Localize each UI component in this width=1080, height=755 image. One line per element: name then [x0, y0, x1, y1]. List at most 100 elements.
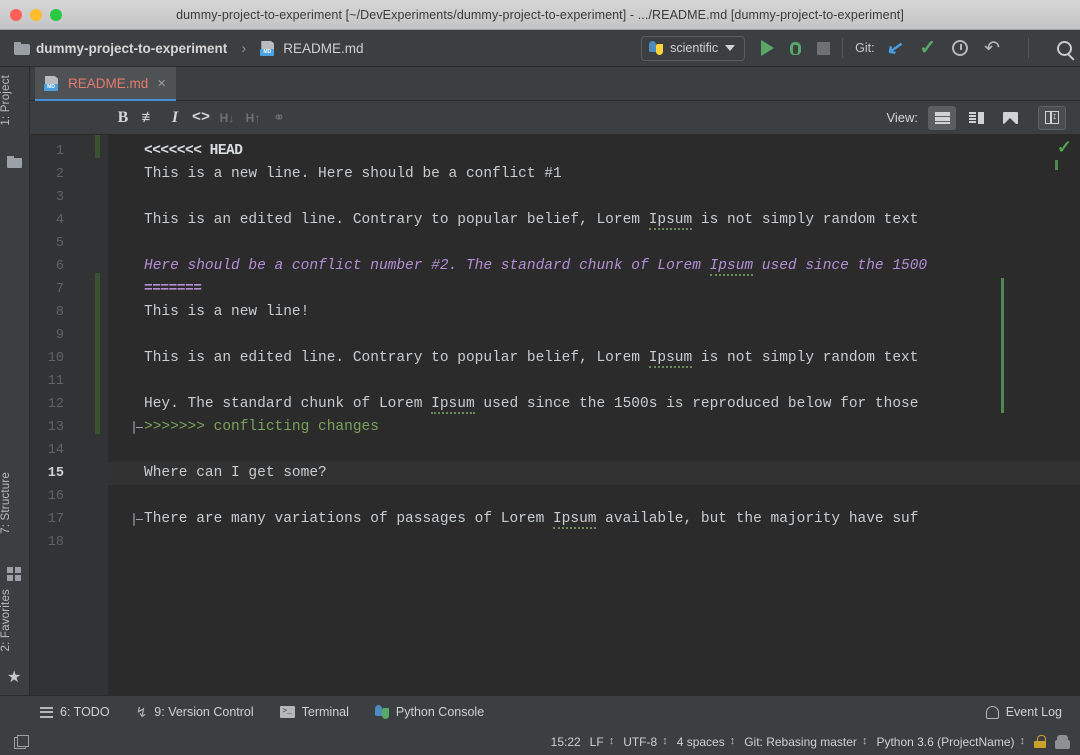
run-icon[interactable] [761, 40, 775, 56]
code-line[interactable] [108, 485, 1080, 508]
line-number[interactable]: 9 [30, 324, 64, 347]
bold-button[interactable]: B [110, 105, 136, 131]
code-line[interactable] [108, 531, 1080, 554]
vcs-update-icon[interactable]: ↙ [885, 36, 905, 61]
debug-icon[interactable] [788, 41, 803, 56]
breadcrumb[interactable]: dummy-project-to-experiment › MD README.… [14, 40, 364, 57]
tool-window-terminal[interactable]: >_ Terminal [279, 705, 349, 719]
code-line[interactable]: ======= [108, 278, 1080, 301]
view-editor-only-button[interactable] [928, 105, 956, 130]
close-icon[interactable]: × [157, 76, 166, 91]
sidebar-item-structure[interactable]: 7: Structure [0, 472, 30, 534]
image-icon [1002, 111, 1018, 124]
detach-window-icon[interactable] [14, 735, 29, 749]
line-number[interactable]: 16 [30, 485, 64, 508]
italic-button[interactable]: I [162, 105, 188, 131]
indent-setting[interactable]: 4 spaces ↕ [677, 735, 736, 749]
link-button[interactable]: ⚭ [266, 105, 292, 131]
line-number[interactable]: 18 [30, 531, 64, 554]
heading-up-button[interactable]: H↑ [240, 105, 266, 131]
file-encoding-label: UTF-8 [623, 734, 658, 749]
code-line[interactable]: This is a new line! [108, 301, 1080, 324]
file-encoding[interactable]: UTF-8 ↕ [623, 735, 668, 749]
code-text-area[interactable]: <<<<<<< HEAD This is a new line. Here sho… [108, 135, 1080, 695]
view-label: View: [886, 110, 918, 125]
code-line[interactable]: Here should be a conflict number #2. The… [108, 255, 1080, 278]
vcs-history-icon[interactable] [952, 40, 969, 56]
close-button[interactable] [10, 8, 22, 21]
breadcrumb-file[interactable]: README.md [283, 41, 363, 56]
sidebar-item-favorites[interactable]: 2: Favorites [0, 589, 30, 651]
markdown-toolbar: B ≢ I <> H↓ H↑ ⚭ View: [30, 101, 1080, 135]
inspection-status-icon[interactable]: ✓ [1057, 138, 1072, 156]
tool-window-python-console[interactable]: Python Console [374, 705, 484, 719]
code-line[interactable]: This is an edited line. Contrary to popu… [108, 347, 1080, 370]
minimize-button[interactable] [30, 8, 42, 21]
readonly-lock-icon[interactable] [1034, 735, 1046, 748]
spellcheck-word: Ipsum [648, 212, 693, 230]
tool-window-event-log[interactable]: Event Log [985, 705, 1080, 719]
tool-window-todo[interactable]: 6: TODO [40, 705, 110, 719]
code-button[interactable]: <> [188, 105, 214, 131]
code-line[interactable]: Hey. The standard chunk of Lorem Ipsum u… [108, 393, 1080, 416]
search-icon[interactable] [1057, 40, 1072, 56]
line-number[interactable]: 7 [30, 278, 64, 301]
code-fold-icon[interactable] [128, 421, 139, 434]
cursor-position[interactable]: 15:22 [551, 735, 581, 749]
line-number[interactable]: 3 [30, 186, 64, 209]
code-line[interactable]: There are many variations of passages of… [108, 508, 1080, 531]
breadcrumb-project[interactable]: dummy-project-to-experiment [36, 41, 227, 56]
code-editor[interactable]: 1 2 3 4 5 6 7 8 9 10 11 12 13 14 15 16 17 18 <<<<<<< HEAD… [30, 135, 1080, 695]
maximize-button[interactable] [50, 8, 62, 21]
code-line[interactable] [108, 370, 1080, 393]
line-number[interactable]: 11 [30, 370, 64, 393]
structure-grid-icon [7, 567, 23, 583]
line-number[interactable]: 12 [30, 393, 64, 416]
code-line[interactable]: <<<<<<< HEAD [108, 140, 1080, 163]
line-number[interactable]: 15 [30, 462, 64, 485]
code-fold-icon[interactable] [128, 513, 139, 526]
line-number[interactable]: 1 [30, 140, 64, 163]
line-number[interactable]: 14 [30, 439, 64, 462]
tool-window-version-control[interactable]: ↯ 9: Version Control [136, 705, 254, 719]
line-number[interactable]: 10 [30, 347, 64, 370]
line-number[interactable]: 8 [30, 301, 64, 324]
code-line[interactable] [108, 186, 1080, 209]
view-editor-preview-button[interactable] [962, 106, 990, 130]
code-line[interactable] [108, 232, 1080, 255]
line-number[interactable]: 17 [30, 508, 64, 531]
code-line[interactable]: >>>>>>> conflicting changes [108, 416, 1080, 439]
tab-readme-md[interactable]: MD README.md × [35, 67, 177, 101]
heading-down-button[interactable]: H↓ [214, 105, 240, 131]
folder-icon [14, 41, 30, 55]
strikethrough-button[interactable]: ≢ [136, 105, 162, 131]
vcs-rollback-icon[interactable]: ↶ [984, 39, 1000, 58]
code-line[interactable] [108, 439, 1080, 462]
line-number[interactable]: 5 [30, 232, 64, 255]
line-number[interactable]: 2 [30, 163, 64, 186]
toolbar-divider-2 [1028, 38, 1029, 58]
code-line[interactable] [108, 324, 1080, 347]
window-controls[interactable] [0, 8, 62, 21]
line-separator[interactable]: LF ↕ [590, 735, 615, 749]
code-line[interactable]: Where can I get some? [108, 462, 1080, 485]
lines-icon [934, 111, 950, 124]
sidebar-item-project[interactable]: 1: Project [0, 75, 30, 126]
chevron-down-icon[interactable] [725, 45, 736, 51]
tab-label: README.md [68, 75, 149, 91]
line-number[interactable]: 13 [30, 416, 64, 439]
line-number[interactable]: 4 [30, 209, 64, 232]
view-split-vertical-button[interactable] [1038, 105, 1066, 130]
vcs-branch-widget[interactable]: Git: Rebasing master ↕ [744, 735, 867, 749]
title-bar: dummy-project-to-experiment [~/DevExperi… [0, 0, 1080, 30]
view-preview-only-button[interactable] [996, 106, 1024, 130]
inspections-icon[interactable] [1055, 734, 1070, 749]
python-interpreter-widget[interactable]: Python 3.6 (ProjectName) ↕ [876, 735, 1025, 749]
line-number[interactable]: 6 [30, 255, 64, 278]
vcs-commit-icon[interactable]: ✓ [919, 38, 936, 58]
code-line[interactable]: This is an edited line. Contrary to popu… [108, 209, 1080, 232]
stop-icon[interactable] [817, 41, 831, 55]
chevron-updown-icon-1: ↕ [608, 735, 615, 747]
code-line[interactable]: This is a new line. Here should be a con… [108, 163, 1080, 186]
run-configuration-selector[interactable]: scientific [641, 35, 746, 61]
